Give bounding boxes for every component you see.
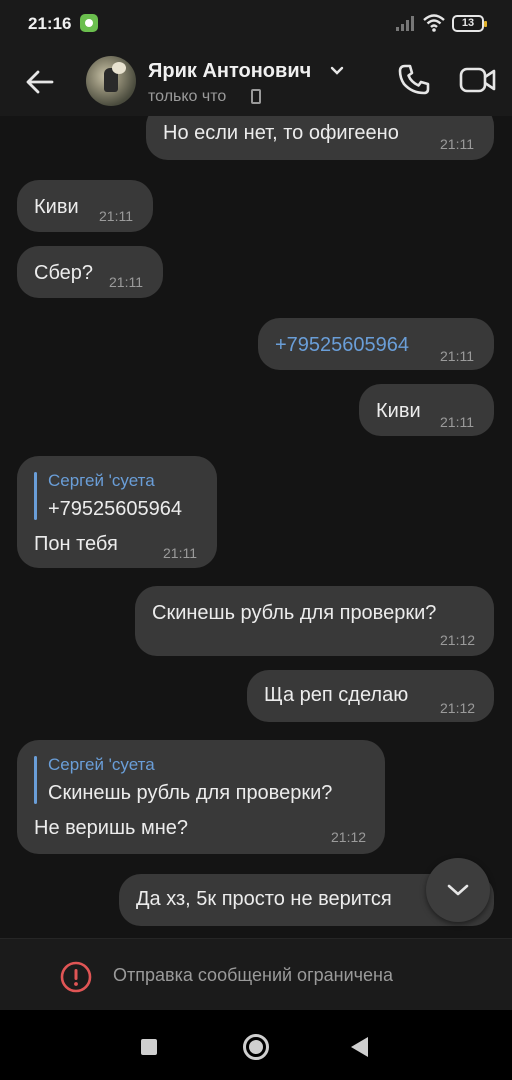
message-time: 21:11 [163, 545, 197, 561]
chevron-down-icon [447, 884, 469, 896]
message-text: Пон тебя [34, 533, 118, 555]
chevron-down-icon[interactable] [330, 66, 344, 76]
messaging-restricted-banner: Отправка сообщений ограничена [0, 938, 512, 1010]
chat-header: Ярик Антонович только что [0, 48, 512, 116]
video-call-icon[interactable] [458, 62, 498, 98]
message-time: 21:12 [331, 829, 367, 845]
message-time: 21:11 [440, 414, 474, 430]
message-bubble-incoming[interactable]: Киви 21:11 [17, 180, 153, 232]
message-bubble-outgoing[interactable]: Ща реп сделаю 21:12 [247, 670, 494, 722]
phone-call-icon[interactable] [396, 62, 432, 98]
reply-quote-text[interactable]: Скинешь рубль для проверки? [48, 782, 332, 805]
phone-number-link[interactable]: +79525605964 [275, 334, 409, 357]
message-text: Сбер? [34, 262, 94, 284]
system-navigation-bar [0, 1010, 512, 1080]
app-notification-icon [80, 14, 98, 32]
reply-quote-bar [34, 756, 37, 804]
message-bubble-outgoing[interactable]: Скинешь рубль для проверки? 21:12 [135, 586, 494, 656]
wifi-icon [423, 14, 445, 32]
message-text: Ща реп сделаю [264, 684, 409, 706]
message-time: 21:12 [440, 700, 476, 716]
message-time: 21:11 [99, 208, 133, 224]
mobile-device-icon [251, 89, 261, 104]
warning-icon [60, 961, 92, 993]
status-time: 21:16 [28, 14, 72, 33]
home-icon[interactable] [243, 1034, 269, 1060]
message-text: Но если нет, то офигеено [163, 122, 399, 144]
message-bubble-incoming[interactable]: Сбер? 21:11 [17, 246, 163, 298]
contact-name[interactable]: Ярик Антонович [148, 60, 311, 83]
contact-status: только что [148, 88, 227, 105]
back-arrow-icon[interactable] [20, 64, 60, 100]
message-time: 21:12 [440, 632, 476, 648]
message-text: Киви [34, 196, 79, 218]
reply-quote-text[interactable]: +79525605964 [48, 498, 182, 521]
reply-quote-bar [34, 472, 37, 520]
message-text: Не веришь мне? [34, 817, 189, 839]
signal-icon [396, 16, 414, 31]
restricted-message: Отправка сообщений ограничена [113, 965, 393, 985]
message-time: 21:11 [440, 348, 474, 364]
message-time: 21:11 [440, 136, 474, 152]
reply-quote-author[interactable]: Сергей 'суета [48, 755, 155, 775]
message-text: Киви [376, 400, 421, 422]
message-bubble-outgoing[interactable]: Киви 21:11 [359, 384, 494, 436]
scroll-to-bottom-button[interactable] [426, 858, 490, 922]
battery-icon: 13 [452, 15, 487, 32]
message-bubble-outgoing[interactable]: Но если нет, то офигеено 21:11 [146, 116, 494, 160]
message-bubble-incoming[interactable]: Сергей 'суета Скинешь рубль для проверки… [17, 740, 385, 854]
chat-message-list[interactable]: Но если нет, то офигеено 21:11 Киви 21:1… [0, 116, 512, 938]
message-time: 21:11 [109, 274, 143, 290]
message-bubble-outgoing[interactable]: +79525605964 21:11 [258, 318, 494, 370]
message-text: Да хз, 5к просто не верится [136, 888, 392, 910]
message-bubble-incoming[interactable]: Сергей 'суета +79525605964 Пон тебя 21:1… [17, 456, 217, 568]
reply-quote-author[interactable]: Сергей 'суета [48, 471, 155, 491]
system-back-icon[interactable] [351, 1037, 368, 1057]
status-bar: 21:16 13 [0, 0, 512, 48]
message-text: Скинешь рубль для проверки? [152, 602, 437, 624]
recents-icon[interactable] [141, 1039, 157, 1055]
avatar[interactable] [86, 56, 136, 106]
